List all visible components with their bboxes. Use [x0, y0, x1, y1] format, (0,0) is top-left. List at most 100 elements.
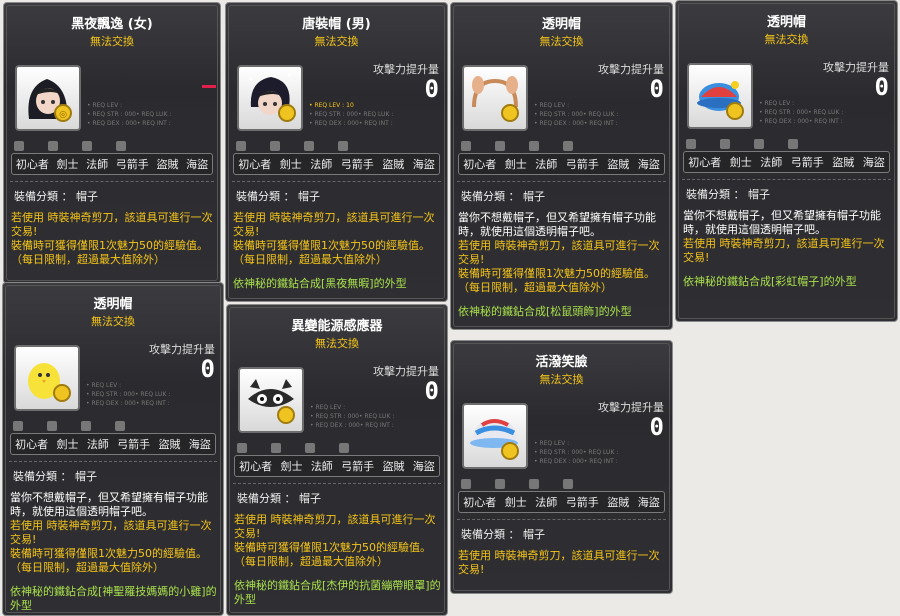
item-property-icons [236, 136, 396, 151]
item-description: 若使用 時裝神奇剪刀，該道具可進行一次交易! [458, 549, 660, 576]
item-name: 唐裝帽 (男) [302, 17, 371, 32]
item-icon [462, 403, 528, 469]
equip-slot: 裝備分類 ： 帽子 [14, 190, 98, 203]
req-stats: • REQ LEV : • REQ STR : 000• REQ LUK : • R… [759, 100, 844, 125]
item-tooltip-card: 黑夜飄逸 (女) 無法交換 ◎ • REQ LEV : • REQ STR : 0… [3, 2, 221, 284]
item-name: 透明帽 [766, 15, 806, 30]
job-magician: 法師 [310, 158, 333, 171]
item-name: 異變能源感應器 [291, 319, 383, 334]
item-tooltip-card: 活潑笑臉 無法交換 攻擊力提升量 0 • REQ LEV : • REQ STR … [450, 340, 673, 594]
job-magician: 法師 [760, 156, 783, 169]
job-thief: 盜賊 [382, 158, 405, 171]
job-beginner: 初心者 [463, 496, 497, 509]
equip-slot: 裝備分類 ： 帽子 [13, 470, 97, 483]
job-beginner: 初心者 [463, 158, 497, 171]
attack-increase-value: 0 [649, 413, 664, 441]
item-description: 當你不想戴帽子，但又希望擁有帽子功能時，就使用這個透明帽子吧。 若使用 時裝神奇… [458, 211, 660, 318]
job-archer: 弓箭手 [565, 496, 599, 509]
job-list: 初心者 劍士 法師 弓箭手 盜賊 海盜 [458, 491, 665, 513]
attack-increase-value: 0 [649, 75, 664, 103]
item-icon [462, 65, 528, 131]
job-pirate: 海盜 [412, 158, 435, 171]
req-stats: • REQ LEV : 10 • REQ STR : 000• REQ LUK … [309, 102, 394, 127]
job-thief: 盜賊 [156, 158, 179, 171]
item-description: 當你不想戴帽子，但又希望擁有帽子功能時，就使用這個透明帽子吧。 若使用 時裝神奇… [683, 209, 885, 288]
untradeable-label: 無法交換 [314, 35, 359, 48]
job-list: 初心者 劍士 法師 弓箭手 盜賊 海盜 [234, 455, 440, 477]
job-pirate: 海盜 [412, 460, 435, 473]
job-thief: 盜賊 [382, 460, 405, 473]
item-description: 若使用 時裝神奇剪刀，該道具可進行一次交易! 裝備時可獲得僅限1次魅力50的經驗… [234, 513, 441, 606]
job-magician: 法師 [310, 460, 333, 473]
job-warrior: 劍士 [504, 158, 527, 171]
job-beginner: 初心者 [15, 438, 49, 451]
job-magician: 法師 [535, 496, 558, 509]
job-warrior: 劍士 [504, 496, 527, 509]
svg-text:◎: ◎ [59, 110, 67, 120]
job-beginner: 初心者 [15, 158, 49, 171]
equip-slot: 裝備分類 ： 帽子 [237, 492, 321, 505]
equip-slot: 裝備分類 ： 帽子 [461, 190, 545, 203]
equip-slot: 裝備分類 ： 帽子 [686, 188, 770, 201]
job-archer: 弓箭手 [117, 438, 151, 451]
job-list: 初心者 劍士 法師 弓箭手 盜賊 海盜 [458, 153, 665, 175]
untradeable-label: 無法交換 [539, 35, 584, 48]
item-name: 活潑笑臉 [535, 355, 588, 370]
req-stats: • REQ LEV : • REQ STR : 000• REQ LUK : • R… [534, 102, 619, 127]
req-stats: • REQ LEV : • REQ STR : 000• REQ LUK : • R… [534, 440, 619, 465]
item-icon [238, 367, 304, 433]
job-archer: 弓箭手 [340, 158, 374, 171]
attack-increase-value: 0 [424, 377, 439, 405]
item-tooltip-card: 透明帽 無法交換 攻擊力提升量 0 • REQ LEV : • REQ STR :… [450, 2, 673, 330]
job-list: 初心者 劍士 法師 弓箭手 盜賊 海盜 [11, 153, 213, 175]
item-icon: ◎ [15, 65, 81, 131]
job-warrior: 劍士 [56, 438, 79, 451]
job-thief: 盜賊 [158, 438, 181, 451]
job-archer: 弓箭手 [341, 460, 375, 473]
req-stats: • REQ LEV : • REQ STR : 000• REQ LUK : • R… [310, 404, 395, 429]
item-icon [14, 345, 80, 411]
job-beginner: 初心者 [688, 156, 722, 169]
attack-increase-value: 0 [200, 355, 215, 383]
req-stats: • REQ LEV : • REQ STR : 000• REQ LUK : • R… [87, 102, 172, 127]
job-list: 初心者 劍士 法師 弓箭手 盜賊 海盜 [683, 151, 890, 173]
item-name: 透明帽 [541, 17, 581, 32]
attack-increase-value: 0 [424, 75, 439, 103]
untradeable-label: 無法交換 [764, 33, 809, 46]
req-stats: • REQ LEV : • REQ STR : 000• REQ LUK : • R… [86, 382, 171, 407]
job-warrior: 劍士 [729, 156, 752, 169]
job-warrior: 劍士 [280, 460, 303, 473]
item-name: 黑夜飄逸 (女) [71, 17, 153, 32]
job-pirate: 海盜 [186, 158, 209, 171]
untradeable-label: 無法交換 [539, 373, 584, 386]
job-archer: 弓箭手 [790, 156, 824, 169]
job-archer: 弓箭手 [565, 158, 599, 171]
stat-change-indicator [202, 85, 216, 88]
job-pirate: 海盜 [188, 438, 211, 451]
job-thief: 盜賊 [832, 156, 855, 169]
job-archer: 弓箭手 [115, 158, 149, 171]
item-property-icons [237, 438, 397, 453]
job-magician: 法師 [86, 438, 109, 451]
item-name: 透明帽 [93, 297, 133, 312]
item-icon [687, 63, 753, 129]
item-description: 若使用 時裝神奇剪刀，該道具可進行一次交易! 裝備時可獲得僅限1次魅力50的經驗… [11, 211, 213, 266]
item-description: 當你不想戴帽子，但又希望擁有帽子功能時，就使用這個透明帽子吧。 若使用 時裝神奇… [10, 491, 217, 612]
item-icon [237, 65, 303, 131]
job-list: 初心者 劍士 法師 弓箭手 盜賊 海盜 [10, 433, 216, 455]
job-warrior: 劍士 [56, 158, 79, 171]
item-property-icons [686, 134, 846, 149]
item-property-icons [461, 136, 621, 151]
job-thief: 盜賊 [607, 496, 630, 509]
item-tooltip-card: 透明帽 無法交換 攻擊力提升量 0 • REQ LEV : • REQ STR :… [2, 282, 224, 616]
item-property-icons [14, 136, 174, 151]
untradeable-label: 無法交換 [90, 35, 134, 48]
job-list: 初心者 劍士 法師 弓箭手 盜賊 海盜 [233, 153, 440, 175]
job-pirate: 海盜 [637, 158, 660, 171]
item-tooltip-card: 透明帽 無法交換 攻擊力提升量 0 • REQ LEV : • REQ STR :… [675, 0, 898, 322]
item-tooltip-card: 異變能源感應器 無法交換 攻擊力提升量 0 • REQ LEV : • REQ S… [226, 304, 448, 616]
item-tooltip-card: 唐裝帽 (男) 無法交換 攻擊力提升量 0 • REQ LEV : 10 • R… [225, 2, 448, 302]
untradeable-label: 無法交換 [315, 337, 359, 350]
job-magician: 法師 [86, 158, 109, 171]
item-description: 若使用 時裝神奇剪刀，該道具可進行一次交易! 裝備時可獲得僅限1次魅力50的經驗… [233, 211, 435, 290]
